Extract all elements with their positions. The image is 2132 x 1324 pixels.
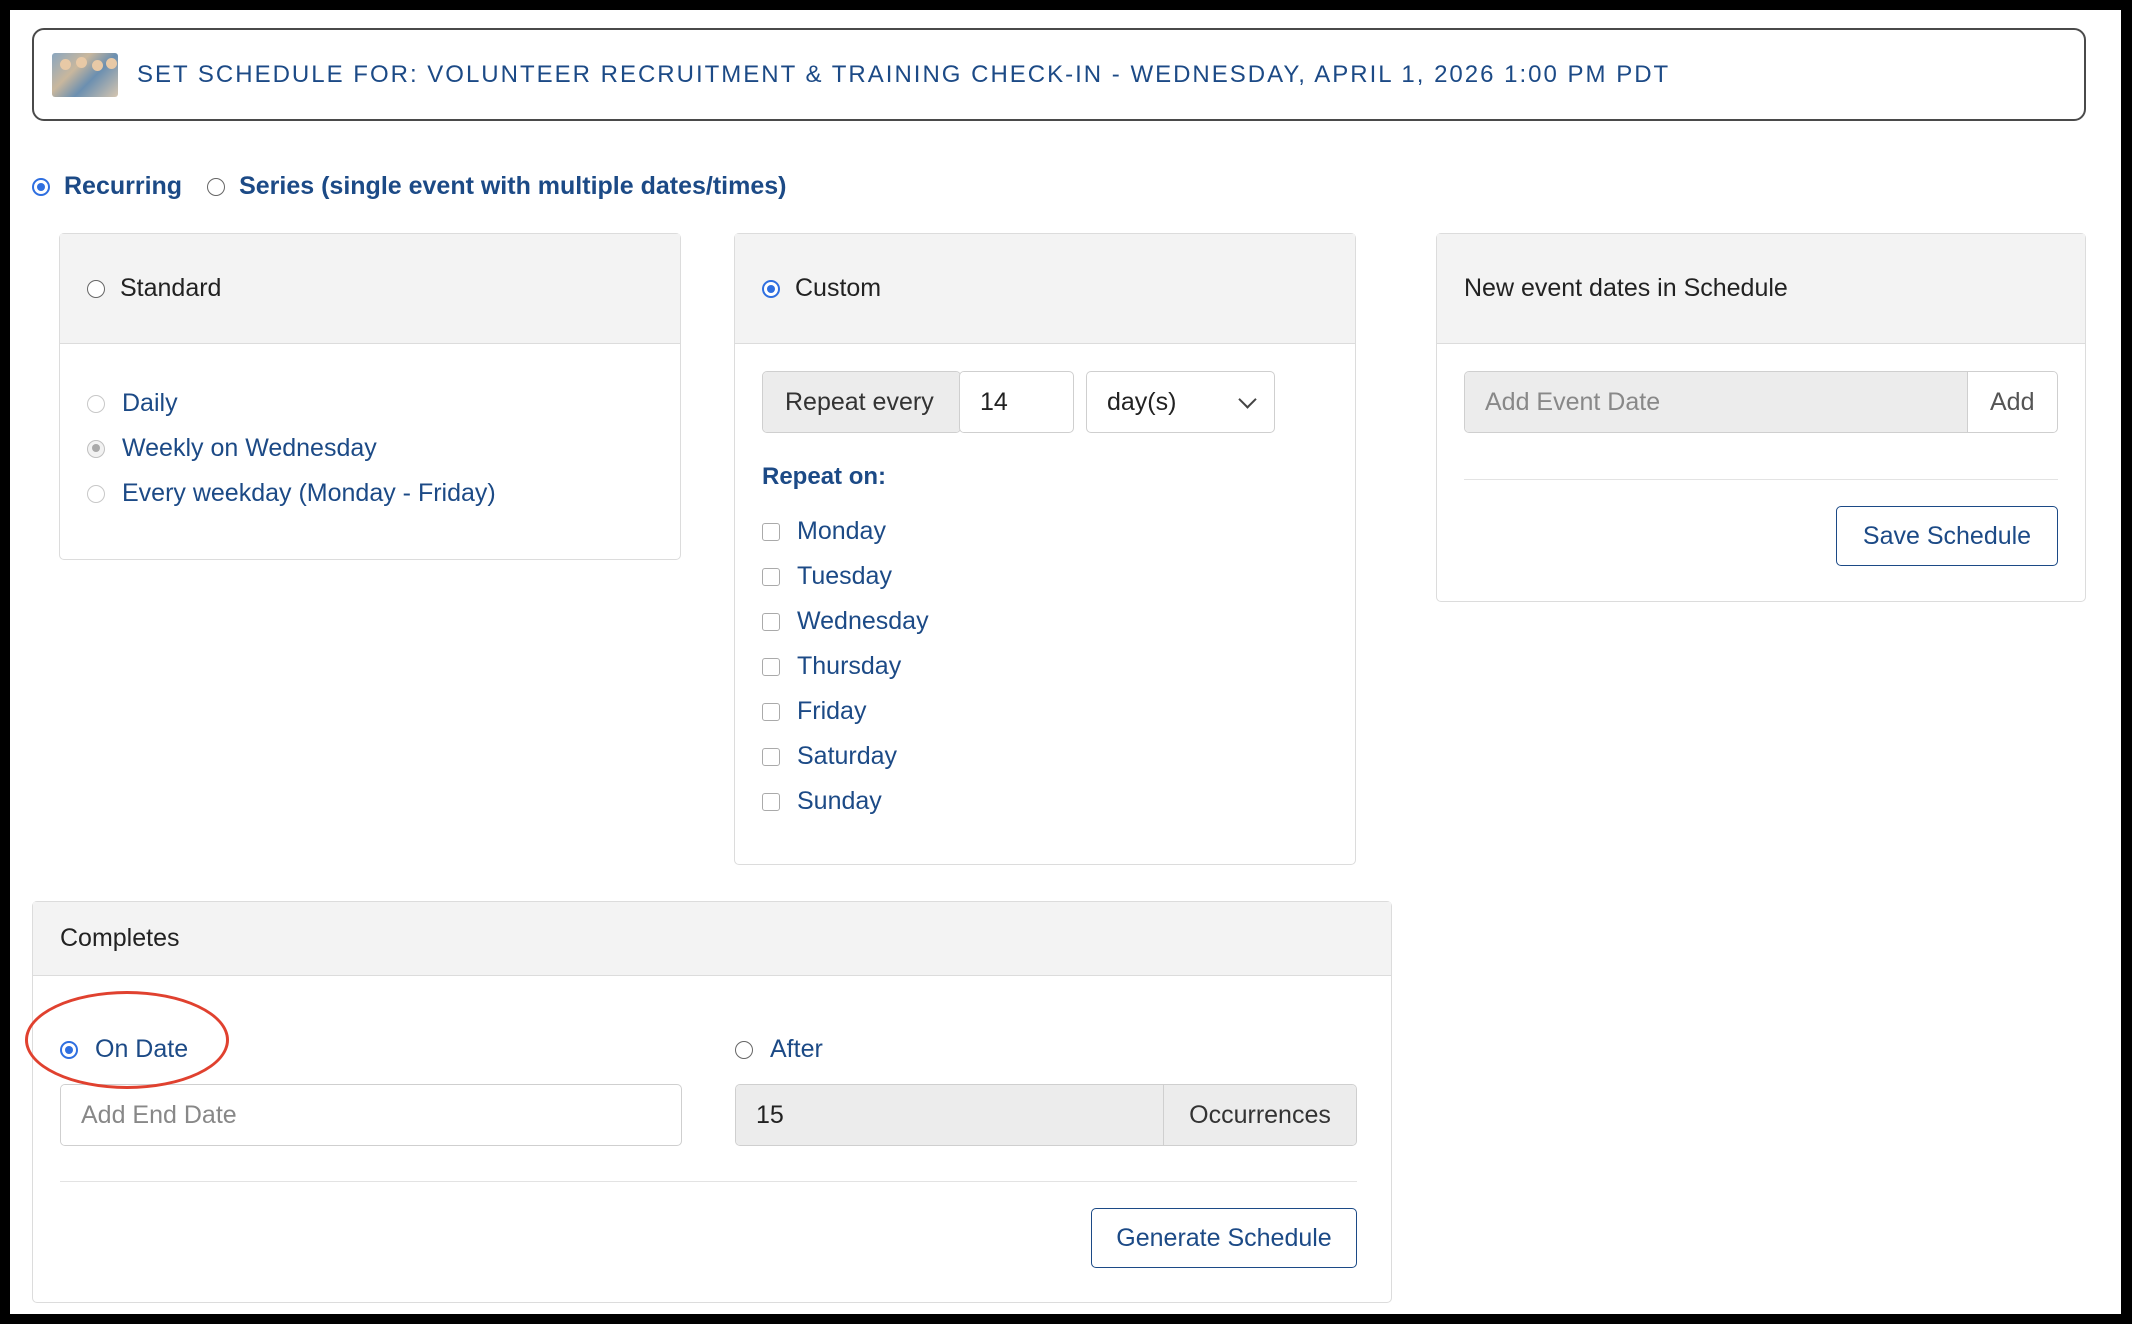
standard-panel: Standard Daily Weekly on Wednesday Every… <box>59 233 681 560</box>
weekday-label: Every weekday (Monday - Friday) <box>122 479 496 507</box>
after-radio[interactable] <box>735 1040 753 1059</box>
friday-checkbox[interactable] <box>762 702 780 721</box>
weekly-label: Weekly on Wednesday <box>122 434 377 462</box>
repeat-unit-select[interactable]: day(s) <box>1086 371 1275 433</box>
after-option[interactable]: After <box>735 1035 823 1064</box>
sunday-label: Sunday <box>797 787 882 815</box>
weekly-radio[interactable] <box>87 439 105 458</box>
add-event-date-group: Add Event Date Add <box>1464 371 2058 433</box>
highlight-annotation <box>25 991 229 1089</box>
standard-option-daily[interactable]: Daily <box>87 389 178 418</box>
day-item-thursday[interactable]: Thursday <box>762 652 901 681</box>
thursday-label: Thursday <box>797 652 902 680</box>
completes-panel: Completes On Date Add End Date After 15 … <box>32 901 1392 1303</box>
occurrences-group: 15 Occurrences <box>735 1084 1357 1146</box>
repeat-every-label: Repeat every <box>763 372 960 432</box>
friday-label: Friday <box>797 697 867 725</box>
sunday-checkbox[interactable] <box>762 792 780 811</box>
event-thumbnail-icon <box>52 52 118 97</box>
generate-schedule-button[interactable]: Generate Schedule <box>1091 1208 1357 1268</box>
after-label: After <box>770 1035 823 1063</box>
add-event-date-input[interactable]: Add Event Date <box>1465 372 1967 432</box>
page-title: SET SCHEDULE FOR: VOLUNTEER RECRUITMENT … <box>137 60 1671 88</box>
day-item-sunday[interactable]: Sunday <box>762 787 882 816</box>
day-item-friday[interactable]: Friday <box>762 697 866 726</box>
day-item-tuesday[interactable]: Tuesday <box>762 562 892 591</box>
daily-radio[interactable] <box>87 394 105 413</box>
add-date-button[interactable]: Add <box>1967 372 2057 432</box>
occurrences-label: Occurrences <box>1163 1085 1356 1145</box>
completes-panel-header: Completes <box>33 902 1391 976</box>
day-item-wednesday[interactable]: Wednesday <box>762 607 929 636</box>
repeat-every-value[interactable]: 14 <box>960 372 1028 432</box>
monday-checkbox[interactable] <box>762 522 780 541</box>
end-date-input[interactable]: Add End Date <box>61 1085 257 1145</box>
schedule-type-selector: Recurring Series (single event with mult… <box>32 172 786 201</box>
standard-panel-header: Standard <box>60 234 680 344</box>
thursday-checkbox[interactable] <box>762 657 780 676</box>
new-dates-title: New event dates in Schedule <box>1464 274 1788 302</box>
repeat-every-group: Repeat every <box>762 371 961 433</box>
standard-option-weekly[interactable]: Weekly on Wednesday <box>87 434 377 463</box>
day-item-monday[interactable]: Monday <box>762 517 886 546</box>
new-dates-panel-header: New event dates in Schedule <box>1437 234 2085 344</box>
standard-title[interactable]: Standard <box>120 274 221 303</box>
custom-panel-header: Custom <box>735 234 1355 344</box>
saturday-checkbox[interactable] <box>762 747 780 766</box>
new-dates-divider <box>1464 479 2058 480</box>
custom-title[interactable]: Custom <box>795 274 881 303</box>
wednesday-label: Wednesday <box>797 607 929 635</box>
weekday-radio[interactable] <box>87 484 105 503</box>
wednesday-checkbox[interactable] <box>762 612 780 631</box>
recurring-label[interactable]: Recurring <box>64 172 182 201</box>
chevron-down-icon <box>1238 389 1257 409</box>
new-dates-panel: New event dates in Schedule Add Event Da… <box>1436 233 2086 602</box>
end-date-input-group: Add End Date <box>60 1084 682 1146</box>
completes-divider <box>60 1181 1357 1182</box>
schedule-page: SET SCHEDULE FOR: VOLUNTEER RECRUITMENT … <box>10 10 2121 1314</box>
series-label[interactable]: Series (single event with multiple dates… <box>239 172 786 201</box>
standard-radio[interactable] <box>87 279 105 298</box>
tuesday-checkbox[interactable] <box>762 567 780 586</box>
repeat-on-label: Repeat on: <box>762 463 887 490</box>
save-schedule-button[interactable]: Save Schedule <box>1836 506 2058 566</box>
repeat-unit-value: day(s) <box>1107 387 1177 416</box>
occurrences-input[interactable]: 15 <box>736 1085 1163 1145</box>
repeat-every-input[interactable]: 14 <box>959 371 1074 433</box>
standard-option-weekday[interactable]: Every weekday (Monday - Friday) <box>87 479 496 508</box>
custom-panel: Custom Repeat every 14 day(s) Repeat on:… <box>734 233 1356 865</box>
day-item-saturday[interactable]: Saturday <box>762 742 897 771</box>
monday-label: Monday <box>797 517 886 545</box>
tuesday-label: Tuesday <box>797 562 892 590</box>
recurring-radio[interactable] <box>32 177 50 196</box>
saturday-label: Saturday <box>797 742 898 770</box>
completes-title: Completes <box>60 924 180 952</box>
custom-radio[interactable] <box>762 279 780 298</box>
series-radio[interactable] <box>207 177 226 196</box>
page-title-bar: SET SCHEDULE FOR: VOLUNTEER RECRUITMENT … <box>32 28 2086 121</box>
daily-label: Daily <box>122 389 178 417</box>
